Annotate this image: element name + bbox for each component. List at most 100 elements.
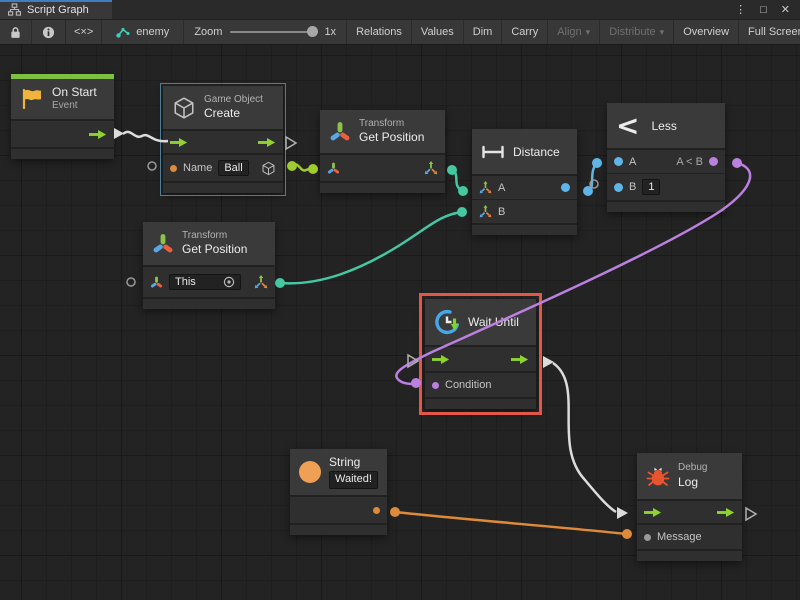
- flow-row: [425, 347, 536, 371]
- zoom-label: Zoom: [194, 26, 222, 38]
- node-title: Get Position: [359, 130, 424, 145]
- object-picker-icon[interactable]: [223, 276, 235, 288]
- name-field[interactable]: Ball: [218, 160, 248, 176]
- string-field[interactable]: Waited!: [329, 471, 378, 489]
- condition-port[interactable]: [432, 382, 439, 389]
- fullscreen-label: Full Screen: [748, 26, 800, 38]
- vector3-b-port[interactable]: [479, 205, 492, 218]
- vector3-wire-getposition-distance-b[interactable]: [280, 212, 462, 283]
- b-field[interactable]: 1: [642, 179, 660, 195]
- node-distance[interactable]: Distance A B: [472, 129, 577, 235]
- flow-out-port[interactable]: [717, 507, 735, 518]
- carry-button[interactable]: Carry: [502, 20, 548, 44]
- node-header: Transform Get Position: [143, 222, 275, 265]
- align-button[interactable]: Align ▾: [548, 20, 600, 44]
- script-graph-window: Script Graph ⋮ □ ✕ <×> enemy Zoom 1x: [0, 0, 800, 600]
- a-label: A: [629, 156, 636, 168]
- flow-out-port[interactable]: [511, 354, 529, 365]
- graph-canvas[interactable]: On Start Event Game Object Create: [0, 45, 800, 600]
- string-out-port[interactable]: [373, 507, 380, 514]
- float-out-port[interactable]: [561, 183, 570, 192]
- dim-label: Dim: [473, 26, 493, 38]
- vector3-out-port[interactable]: [254, 275, 268, 289]
- dim-button[interactable]: Dim: [464, 20, 503, 44]
- edit-code-button[interactable]: <×>: [66, 20, 102, 44]
- graph-reference[interactable]: enemy: [102, 20, 184, 44]
- window-menu-icon[interactable]: ⋮: [735, 3, 746, 16]
- node-title: Log: [678, 475, 707, 490]
- relations-button[interactable]: Relations: [347, 20, 412, 44]
- flow-wire-onstart-create[interactable]: [123, 132, 168, 141]
- node-title: Create: [204, 106, 263, 121]
- node-create[interactable]: Game Object Create Name Ball: [163, 86, 283, 193]
- unconnected-port-indicator-create-name[interactable]: [148, 162, 156, 170]
- node-on-start[interactable]: On Start Event: [11, 74, 114, 159]
- transform-in-port[interactable]: [150, 276, 163, 289]
- node-wait-until[interactable]: Wait Until Condition: [425, 299, 536, 409]
- node-get-position-bottom[interactable]: Transform Get Position This: [143, 222, 275, 309]
- lock-button[interactable]: [0, 20, 32, 44]
- float-wire-distance-less[interactable]: [588, 163, 597, 191]
- flow-out-port[interactable]: [89, 129, 107, 140]
- string-wire-string-debuglog[interactable]: [395, 512, 627, 534]
- vector3-wire-endpoint: [447, 165, 457, 175]
- node-footer: [11, 149, 114, 159]
- node-header: < Less: [607, 103, 725, 148]
- node-get-position-top[interactable]: Transform Get Position: [320, 110, 445, 193]
- node-less[interactable]: < Less A A < B B 1: [607, 103, 725, 212]
- flow-in-port[interactable]: [170, 137, 188, 148]
- cube-icon: [172, 96, 196, 120]
- b-port[interactable]: [614, 183, 623, 192]
- flow-in-port[interactable]: [644, 507, 662, 518]
- node-header: Transform Get Position: [320, 110, 445, 153]
- close-icon[interactable]: ✕: [781, 3, 790, 16]
- values-button[interactable]: Values: [412, 20, 464, 44]
- flow-in-port[interactable]: [432, 354, 450, 365]
- gameobject-wire-create-getposition[interactable]: [292, 164, 313, 170]
- align-label: Align: [557, 26, 581, 38]
- flow-wire-waituntil-debuglog[interactable]: [553, 363, 616, 512]
- message-port[interactable]: [644, 534, 651, 541]
- target-value: This: [175, 276, 196, 288]
- overview-button[interactable]: Overview: [674, 20, 739, 44]
- node-category: Transform: [182, 230, 247, 243]
- unconnected-flow-indicator-create[interactable]: [286, 137, 296, 149]
- flow-out-port[interactable]: [258, 137, 276, 148]
- bool-out-port[interactable]: [709, 157, 718, 166]
- gameobject-wire-endpoint: [287, 161, 297, 171]
- zoom-slider[interactable]: [230, 31, 316, 33]
- flow-row: [11, 121, 114, 147]
- condition-row: Condition: [425, 373, 536, 397]
- b-label: B: [629, 181, 636, 193]
- unconnected-port-indicator-less-b[interactable]: [590, 180, 598, 188]
- fullscreen-button[interactable]: Full Screen: [739, 20, 800, 44]
- distribute-button[interactable]: Distribute ▾: [600, 20, 674, 44]
- target-field[interactable]: This: [169, 274, 241, 290]
- float-wire-endpoint: [592, 158, 602, 168]
- distribute-label: Distribute: [609, 26, 655, 38]
- node-footer: [143, 299, 275, 309]
- node-string[interactable]: String Waited!: [290, 449, 387, 535]
- node-header: Game Object Create: [163, 86, 283, 129]
- tab-script-graph[interactable]: Script Graph: [0, 0, 112, 19]
- vector3-wire-getposition-distance-a[interactable]: [452, 170, 463, 191]
- node-debug-log[interactable]: Debug Log Message: [637, 453, 742, 561]
- flag-icon: [20, 87, 44, 111]
- name-port[interactable]: [170, 165, 177, 172]
- input-b-row: B 1: [607, 174, 725, 200]
- unconnected-port-indicator-getposition-this[interactable]: [127, 278, 135, 286]
- lock-icon: [10, 26, 21, 39]
- relations-label: Relations: [356, 26, 402, 38]
- zoom-slider-handle[interactable]: [307, 26, 318, 37]
- a-port[interactable]: [614, 157, 623, 166]
- transform-in-port[interactable]: [327, 162, 340, 175]
- vector3-out-port[interactable]: [424, 161, 438, 175]
- maximize-icon[interactable]: □: [760, 4, 767, 16]
- node-footer: [472, 225, 577, 235]
- unconnected-flow-indicator-waituntil[interactable]: [408, 355, 418, 367]
- game-object-out-port[interactable]: [261, 161, 276, 176]
- info-button[interactable]: [32, 20, 66, 44]
- unconnected-flow-indicator-debuglog[interactable]: [746, 508, 756, 520]
- vector3-a-port[interactable]: [479, 181, 492, 194]
- flow-wire-end-arrow: [617, 507, 628, 519]
